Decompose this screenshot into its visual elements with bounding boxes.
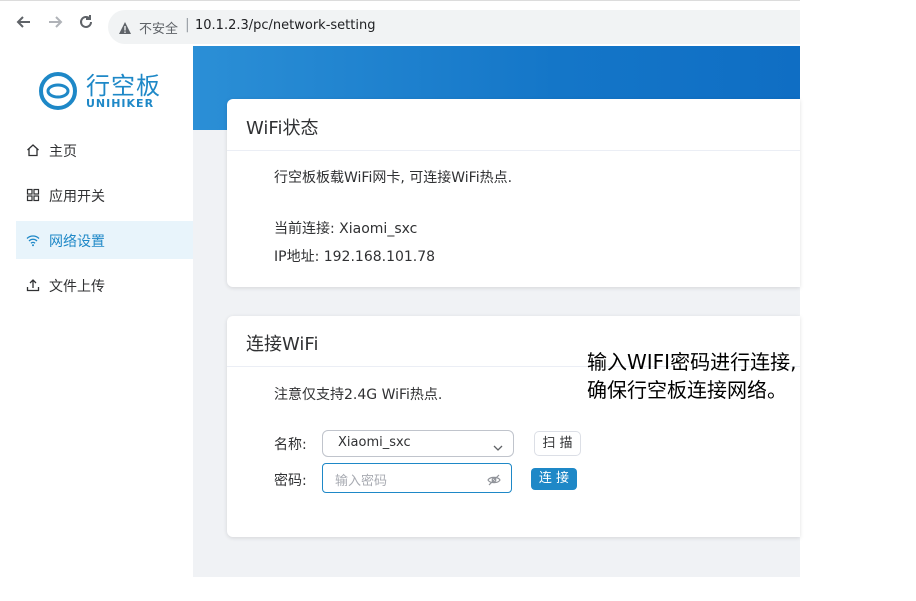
logo-title: 行空板 — [86, 72, 161, 100]
scan-button[interactable]: 扫 描 — [534, 431, 581, 456]
annotation-line-2: 确保行空板连接网络。 — [587, 378, 787, 402]
sidebar-item-label: 应用开关 — [49, 189, 105, 205]
sidebar-item-network-settings[interactable]: 网络设置 — [16, 221, 195, 259]
wifi-status-card: WiFi状态 行空板板载WiFi网卡, 可连接WiFi热点. 当前连接: Xia… — [227, 99, 800, 287]
sidebar-item-home[interactable]: 主页 — [16, 131, 193, 169]
ip-address: IP地址: 192.168.101.78 — [274, 249, 436, 265]
sidebar-item-label: 主页 — [49, 144, 77, 160]
url-separator: | — [185, 17, 190, 33]
sidebar-item-file-upload[interactable]: 文件上传 — [16, 266, 193, 304]
card-title: 连接WiFi — [246, 334, 319, 355]
support-note: 注意仅支持2.4G WiFi热点. — [274, 387, 443, 403]
current-connection: 当前连接: Xiaomi_sxc — [274, 221, 418, 237]
main-content: WiFi状态 行空板板载WiFi网卡, 可连接WiFi热点. 当前连接: Xia… — [193, 46, 800, 577]
reload-icon[interactable] — [77, 13, 95, 31]
sidebar: 行空板 UNIHIKER 主页 应用开关 网络设置 文件上传 — [0, 46, 195, 577]
password-label: 密码: — [274, 473, 307, 489]
url-text[interactable]: 10.1.2.3/pc/network-setting — [195, 18, 375, 33]
ssid-select[interactable]: Xiaomi_sxc — [322, 430, 514, 457]
browser-toolbar: 不安全 | 10.1.2.3/pc/network-setting — [0, 0, 800, 45]
annotation-line-1: 输入WIFI密码进行连接, — [587, 350, 797, 374]
address-bar[interactable]: 不安全 | 10.1.2.3/pc/network-setting — [108, 10, 800, 44]
sidebar-item-app-switch[interactable]: 应用开关 — [16, 176, 193, 214]
logo: 行空板 UNIHIKER — [38, 66, 178, 116]
sidebar-item-label: 网络设置 — [49, 234, 105, 250]
logo-subtitle: UNIHIKER — [86, 97, 155, 110]
wifi-icon — [26, 232, 40, 247]
security-status: 不安全 — [139, 22, 179, 37]
divider — [227, 150, 800, 151]
password-input[interactable]: 输入密码 — [322, 463, 512, 493]
card-title: WiFi状态 — [246, 118, 319, 139]
warning-icon — [118, 20, 132, 34]
password-placeholder: 输入密码 — [335, 474, 388, 489]
eye-hidden-icon[interactable] — [487, 472, 501, 486]
sidebar-item-label: 文件上传 — [49, 279, 105, 295]
back-arrow-icon[interactable] — [15, 13, 33, 31]
forward-arrow-icon[interactable] — [46, 13, 64, 31]
chevron-down-icon — [493, 438, 503, 451]
home-icon — [26, 142, 40, 157]
connect-button[interactable]: 连 接 — [531, 468, 577, 490]
selected-ssid: Xiaomi_sxc — [338, 435, 411, 450]
name-label: 名称: — [274, 437, 307, 453]
logo-icon — [39, 72, 77, 110]
wifi-description: 行空板板载WiFi网卡, 可连接WiFi热点. — [274, 170, 513, 186]
upload-icon — [26, 277, 40, 292]
grid-icon — [26, 187, 40, 202]
